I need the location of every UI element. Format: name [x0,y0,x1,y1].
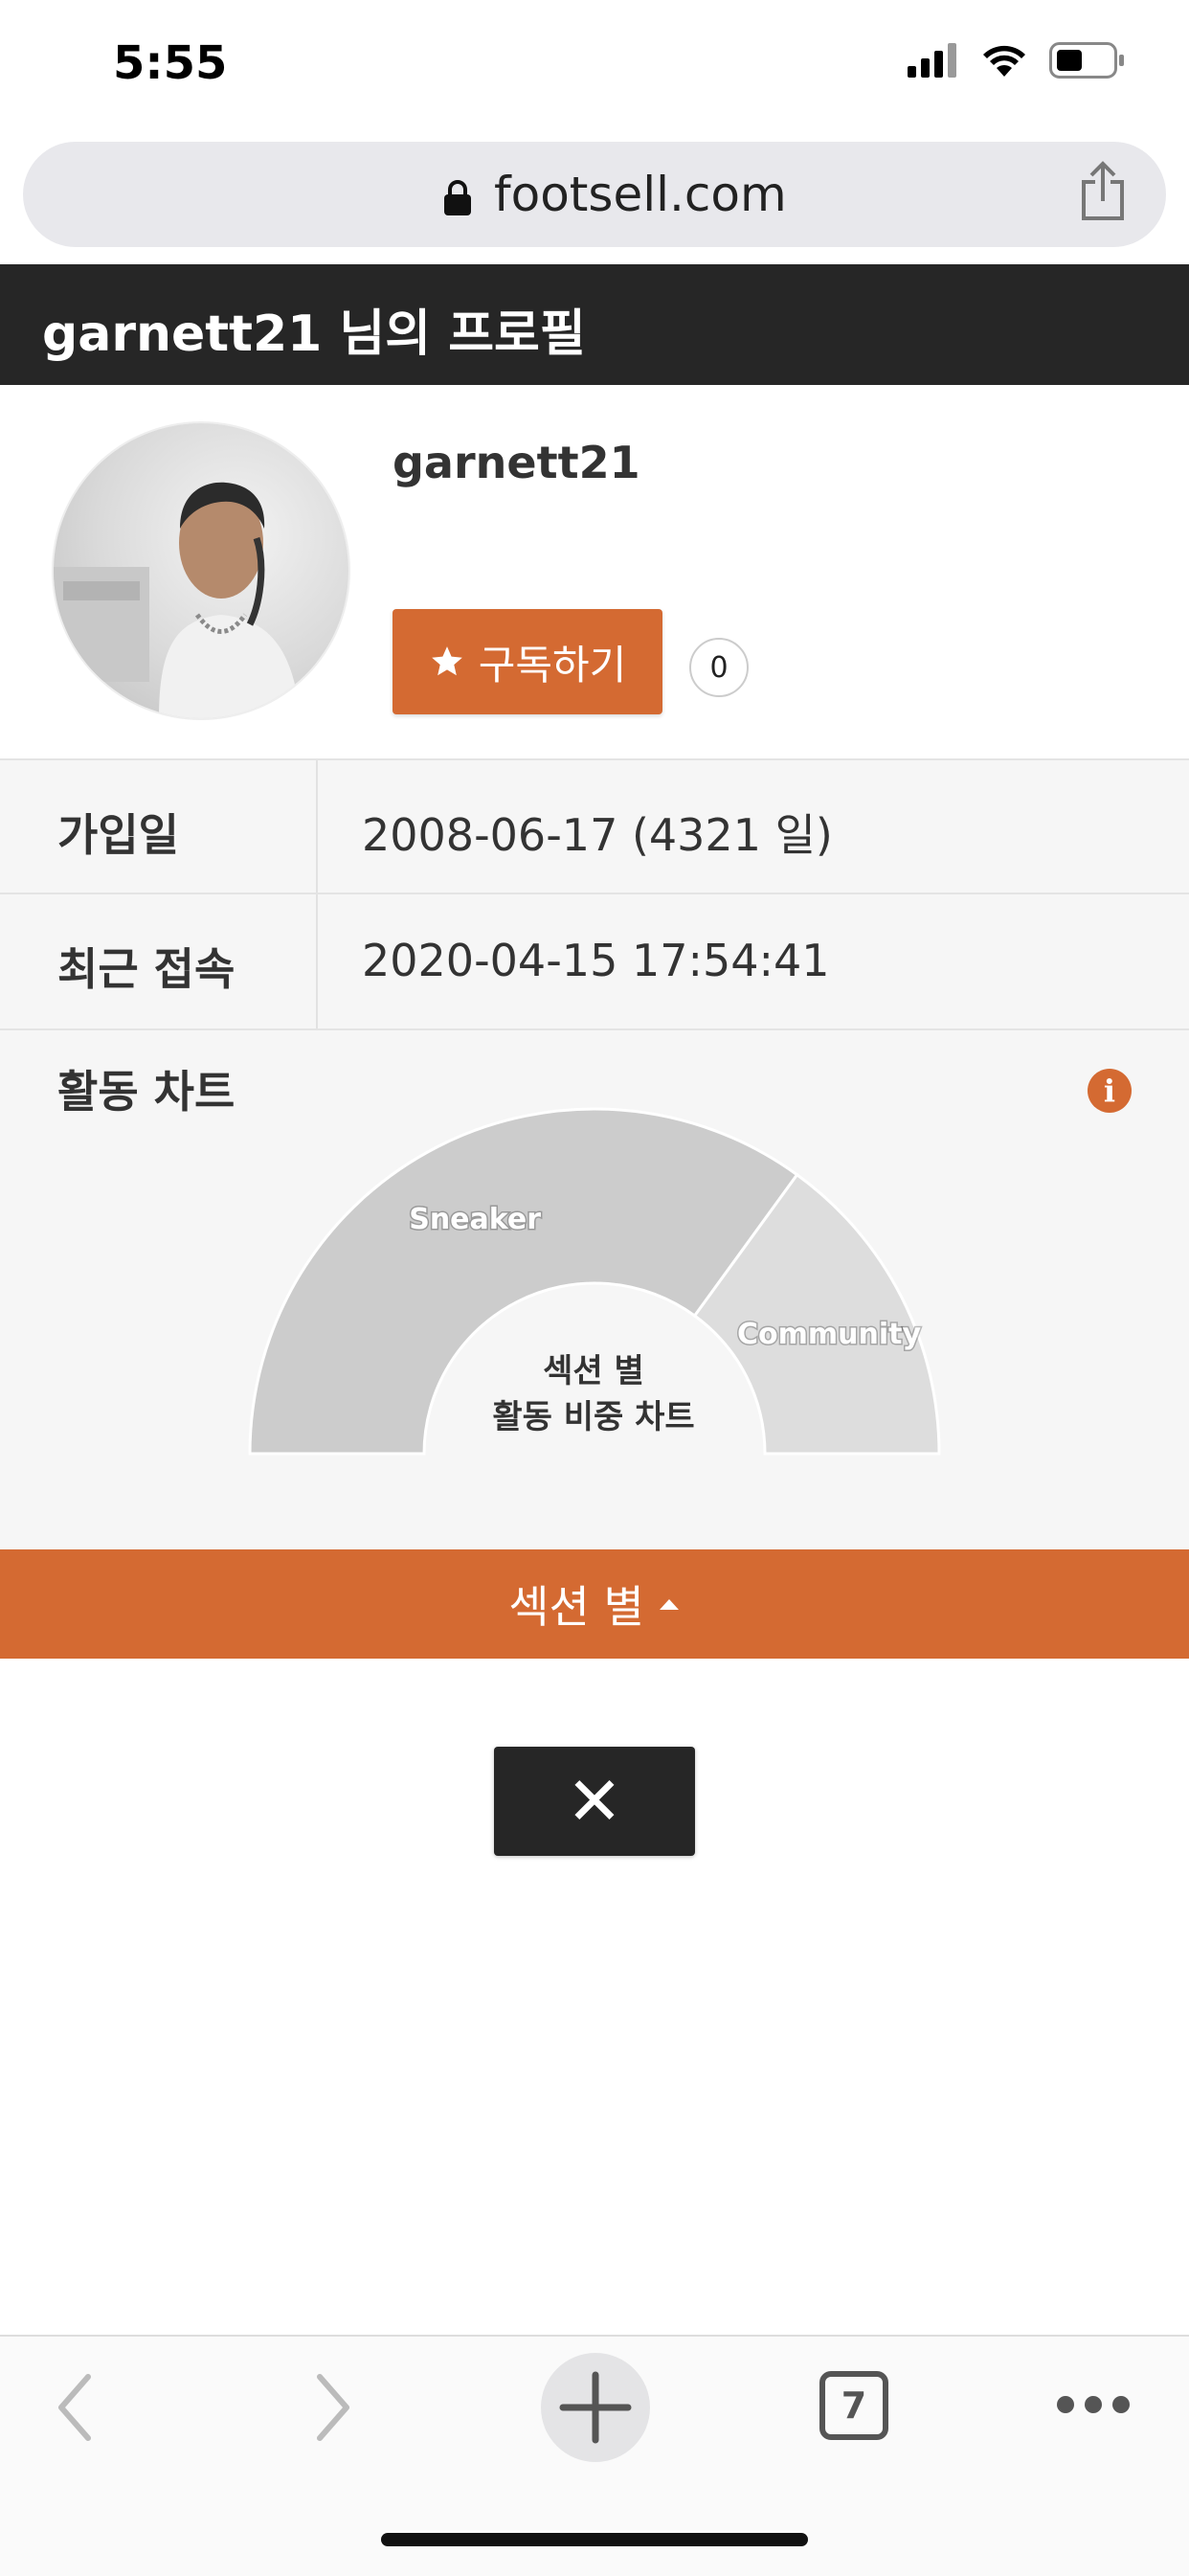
status-time: 5:55 [113,36,228,90]
section-toggle-bar[interactable]: 섹션 별 [0,1549,1189,1659]
subscribe-label: 구독하기 [478,641,627,689]
row-divider [316,760,318,894]
section-toggle-label: 섹션 별 [508,1581,644,1633]
url-text[interactable]: footsell.com [494,167,787,222]
join-date-label: 가입일 [57,809,179,861]
tabs-count: 7 [841,2384,867,2427]
close-button[interactable]: ✕ [494,1747,695,1856]
last-access-value: 2020-04-15 17:54:41 [362,935,830,986]
last-access-label: 최근 접속 [57,943,236,995]
wifi-icon [983,45,1025,77]
chart-center-line1: 섹션 별 [543,1352,644,1390]
home-indicator [381,2533,808,2546]
page-title: garnett21 님의 프로필 [42,305,586,363]
battery-icon [1049,42,1124,79]
new-tab-icon[interactable] [540,2352,651,2463]
chart-center-line2: 활동 비중 차트 [492,1398,694,1436]
forward-icon[interactable] [312,2371,354,2444]
subscribe-button[interactable]: 구독하기 [393,609,662,714]
chart-label-sneaker: Sneaker [409,1203,541,1236]
more-icon[interactable] [1055,2390,1132,2419]
chart-label-community: Community [737,1318,921,1351]
caret-up-icon [659,1599,679,1610]
avatar-photo [54,482,301,718]
back-icon[interactable] [54,2371,96,2444]
subscriber-count-badge: 0 [689,638,749,697]
activity-chart: Sneaker Community 섹션 별 활동 비중 차트 [248,1107,941,1456]
share-icon[interactable] [1078,161,1128,222]
status-icons [908,42,1126,79]
close-icon: ✕ [566,1762,623,1841]
username: garnett21 [393,437,640,488]
tabs-icon[interactable]: 7 [819,2371,888,2440]
join-date-value: 2008-06-17 (4321 일) [362,809,833,861]
cellular-signal-icon [908,43,956,78]
row-divider [316,894,318,1028]
star-icon [431,646,462,676]
lock-icon [444,180,471,215]
avatar [54,423,348,718]
